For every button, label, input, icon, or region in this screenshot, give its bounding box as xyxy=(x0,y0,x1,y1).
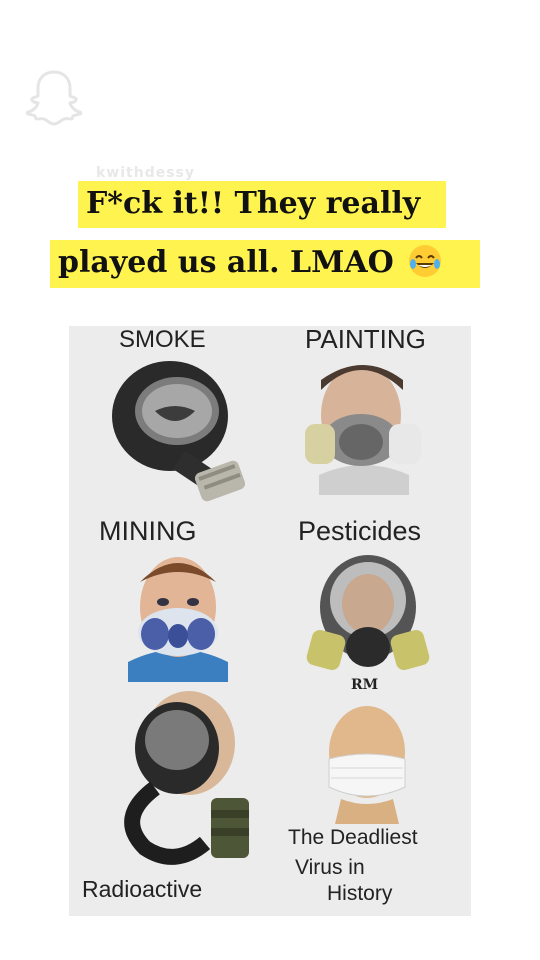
label-smoke: SMOKE xyxy=(119,326,206,353)
label-deadliest-3: History xyxy=(327,882,393,905)
label-pesticides: Pesticides xyxy=(298,516,422,546)
smoke-mask-figure xyxy=(105,356,255,511)
mining-mask-figure xyxy=(123,552,233,687)
snapchat-ghost-icon xyxy=(22,66,86,130)
username-watermark: kwithdessy xyxy=(96,165,196,181)
caption-line-2: played us all. LMAO xyxy=(50,240,480,288)
label-deadliest-2: Virus in xyxy=(295,856,365,879)
label-painting: PAINTING xyxy=(305,326,426,354)
face-with-tears-of-joy-icon xyxy=(408,244,442,278)
painting-mask-figure xyxy=(299,360,429,500)
caption-line-1: F*ck it!! They really xyxy=(78,181,446,228)
pesticides-mask-figure xyxy=(303,552,433,682)
label-mining: MINING xyxy=(99,516,197,546)
caption-text-1: F*ck it!! They really xyxy=(86,186,421,221)
label-deadliest-1: The Deadliest xyxy=(288,826,418,849)
surgical-mask-mannequin-figure xyxy=(319,704,419,829)
meme-image-panel: SMOKE PAINTING MINING Pesticides RM The … xyxy=(69,326,471,916)
caption-text-2: played us all. LMAO xyxy=(58,245,394,280)
label-radioactive: Radioactive xyxy=(82,876,203,902)
radioactive-mask-figure xyxy=(107,688,267,878)
